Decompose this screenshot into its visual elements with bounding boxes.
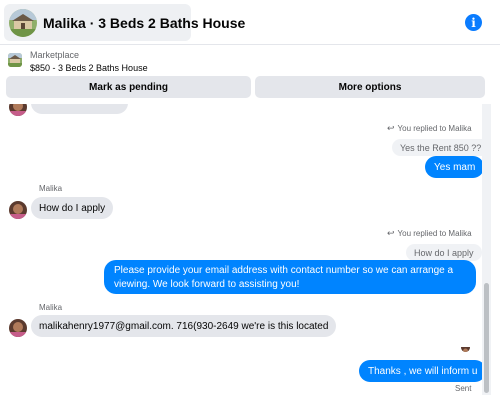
conversation-header: Malika · 3 Beds 2 Baths House i: [0, 0, 500, 45]
message-bubble-incoming[interactable]: How do I apply: [31, 197, 114, 219]
reply-indicator-text: You replied to Malika: [397, 124, 472, 133]
sender-name: Malika: [39, 184, 63, 193]
listing-summary[interactable]: $850 - 3 Beds 2 Baths House: [30, 63, 148, 73]
quoted-message[interactable]: Yes the Rent 850 ??: [392, 139, 490, 156]
info-icon[interactable]: i: [465, 14, 482, 31]
message-thread: ↩ You replied to Malika Yes the Rent 850…: [0, 104, 490, 395]
reply-arrow-icon: ↩: [387, 123, 395, 133]
listing-house-avatar: [9, 8, 37, 37]
reply-indicator: ↩ You replied to Malika: [387, 123, 472, 134]
message-status: Sent: [455, 384, 472, 393]
reply-indicator: ↩ You replied to Malika: [387, 228, 472, 239]
message-bubble-outgoing[interactable]: Please provide your email address with c…: [104, 260, 476, 294]
sender-name: Malika: [39, 303, 63, 312]
listing-source-label: Marketplace: [30, 50, 80, 60]
message-bubble-outgoing[interactable]: Yes mam: [425, 156, 485, 178]
seen-avatar: [461, 343, 470, 352]
more-options-button[interactable]: More options: [255, 76, 485, 98]
scrollbar-thumb[interactable]: [484, 283, 489, 393]
marketplace-listing-panel: Marketplace $850 - 3 Beds 2 Baths House …: [0, 46, 500, 104]
conversation-title-button[interactable]: Malika · 3 Beds 2 Baths House: [4, 4, 245, 41]
listing-thumbnail[interactable]: [8, 53, 22, 67]
reply-arrow-icon: ↩: [387, 228, 395, 238]
contact-avatar[interactable]: [9, 104, 27, 116]
conversation-title: Malika · 3 Beds 2 Baths House: [43, 14, 246, 31]
message-bubble-outgoing[interactable]: Thanks , we will inform u: [359, 360, 487, 382]
contact-avatar[interactable]: [9, 201, 27, 219]
message-bubble-incoming-partial[interactable]: [31, 104, 128, 114]
quoted-message[interactable]: How do I apply: [406, 244, 482, 261]
reply-indicator-text: You replied to Malika: [397, 229, 472, 238]
mark-as-pending-button[interactable]: Mark as pending: [6, 76, 251, 98]
message-bubble-incoming[interactable]: malikahenry1977@gmail.com. 716(930-2649 …: [31, 315, 337, 337]
contact-avatar[interactable]: [9, 319, 27, 337]
